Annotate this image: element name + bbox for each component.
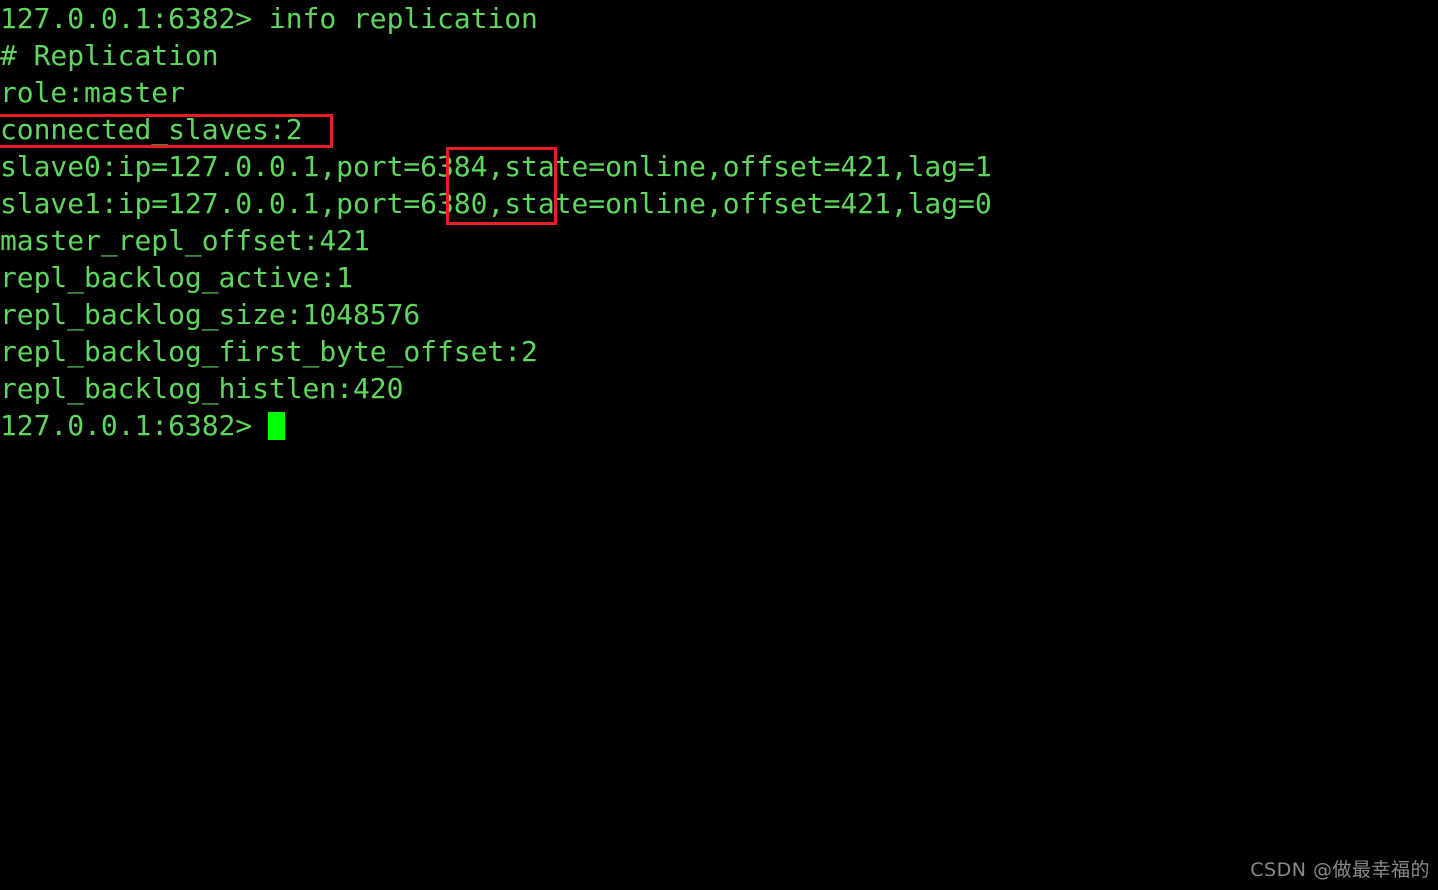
terminal-line-repl-backlog-size: repl_backlog_size:1048576 (0, 298, 421, 331)
terminal-window[interactable]: 127.0.0.1:6382> info replication # Repli… (0, 0, 1438, 890)
terminal-line-repl-backlog-active: repl_backlog_active:1 (0, 261, 353, 294)
terminal-line-connected-slaves: connected_slaves:2 (0, 113, 303, 146)
terminal-line-command: 127.0.0.1:6382> info replication (0, 2, 538, 35)
terminal-line-role: role:master (0, 76, 185, 109)
terminal-line-slave0: slave0:ip=127.0.0.1,port=6384,state=onli… (0, 150, 992, 183)
terminal-line-repl-backlog-histlen: repl_backlog_histlen:420 (0, 372, 404, 405)
csdn-watermark: CSDN @做最幸福的 (1250, 859, 1430, 881)
terminal-line-section-header: # Replication (0, 39, 219, 72)
terminal-line-master-repl-offset: master_repl_offset:421 (0, 224, 370, 257)
terminal-prompt-line[interactable]: 127.0.0.1:6382> (0, 407, 1438, 444)
terminal-output: 127.0.0.1:6382> info replication # Repli… (0, 0, 1438, 444)
cursor-block-icon (268, 412, 286, 440)
terminal-line-repl-backlog-first-byte-offset: repl_backlog_first_byte_offset:2 (0, 335, 538, 368)
prompt-text: 127.0.0.1:6382> (0, 409, 253, 442)
terminal-line-slave1: slave1:ip=127.0.0.1,port=6380,state=onli… (0, 187, 992, 220)
